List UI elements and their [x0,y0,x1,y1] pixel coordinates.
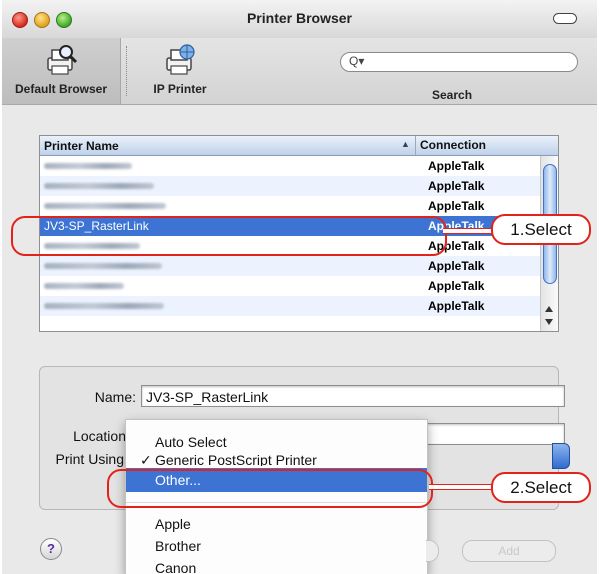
sort-ascending-icon: ▲ [401,139,410,149]
ip-printer-button[interactable]: IP Printer [140,44,220,96]
redacted-printer-name [44,263,162,269]
menu-item-label: Generic PostScript Printer [155,452,317,466]
connection-cell: AppleTalk [428,279,485,293]
menu-item-label: Other... [155,472,201,488]
connection-cell: AppleTalk [428,199,485,213]
printer-name-cell: JV3-SP_RasterLink [44,219,149,233]
name-label: Name: [94,389,136,405]
search-icon: Q▾ [349,54,365,68]
default-browser-label: Default Browser [14,82,108,96]
toolbar-toggle-button[interactable] [553,13,577,24]
step2-connector [429,484,495,490]
connection-cell: AppleTalk [428,299,485,313]
default-browser-button[interactable]: Default Browser [2,38,121,104]
toolbar-separator [126,46,128,96]
connection-cell: AppleTalk [428,239,485,253]
toolbar: Default Browser IP Printer Q▾ Search [2,38,597,105]
redacted-printer-name [44,243,140,249]
printer-row[interactable]: AppleTalk [40,156,540,176]
printer-row[interactable]: AppleTalk [40,256,540,276]
connection-cell: AppleTalk [428,259,485,273]
menu-item-label: Brother [155,538,201,554]
print-using-popup-arrow[interactable] [552,443,570,469]
menu-item-apple[interactable]: Apple [126,514,427,534]
search-input[interactable] [369,54,568,70]
menu-item-canon[interactable]: Canon [126,558,427,574]
redacted-printer-name [44,203,166,209]
menu-separator [126,502,427,503]
connection-cell: AppleTalk [428,159,485,173]
printer-search-icon [47,45,78,75]
menu-item-generic-postscript[interactable]: ✓ Generic PostScript Printer [126,450,427,466]
step1-connector [443,228,495,234]
redacted-printer-name [44,283,124,289]
redacted-printer-name [44,183,154,189]
printer-row[interactable]: AppleTalk [40,176,540,196]
print-using-menu: Auto Select ✓ Generic PostScript Printer… [125,419,428,574]
menu-item-label: Canon [155,560,197,574]
search-label: Search [432,88,473,102]
add-button-label: Add [498,544,520,558]
scroll-down-arrow-icon[interactable] [545,319,553,325]
title-bar: Printer Browser [2,0,597,39]
connection-cell: AppleTalk [428,179,485,193]
window-title: Printer Browser [246,10,353,26]
network-printer-icon [166,44,195,75]
printer-row[interactable]: AppleTalk [40,276,540,296]
redacted-printer-name [44,163,132,169]
printer-row[interactable]: AppleTalk [40,236,540,256]
menu-item-other[interactable]: Other... [126,468,427,492]
name-field[interactable]: JV3-SP_RasterLink [141,385,565,407]
redacted-printer-name [44,303,164,309]
scroll-up-arrow-icon[interactable] [545,306,553,312]
menu-item-label: Apple [155,516,191,532]
print-using-label: Print Using [55,451,124,467]
printer-rows: AppleTalk AppleTalk AppleTalk JV3-SP_Raster… [40,156,540,316]
step1-callout: 1.Select [491,214,591,245]
printer-browser-window: Printer Browser Default Browser IP Print… [2,0,597,574]
help-button[interactable]: ? [40,538,62,560]
checkmark-icon: ✓ [140,452,152,466]
more-printers-button[interactable] [426,540,439,562]
location-label: Location [73,428,126,444]
menu-item-brother[interactable]: Brother [126,536,427,556]
printer-list-header: Printer Name ▲ Connection [40,136,558,156]
column-header-printer-name[interactable]: Printer Name [44,139,119,153]
step2-callout: 2.Select [491,472,591,503]
search-field[interactable]: Q▾ [340,52,578,72]
printer-row[interactable]: AppleTalk [40,296,540,316]
column-header-connection[interactable]: Connection [415,136,486,155]
menu-item-label: Auto Select [155,434,227,450]
add-button[interactable]: Add [462,540,556,562]
menu-item-auto-select[interactable]: Auto Select [126,432,427,452]
ip-printer-label: IP Printer [153,82,207,96]
printer-row[interactable]: AppleTalk [40,196,540,216]
